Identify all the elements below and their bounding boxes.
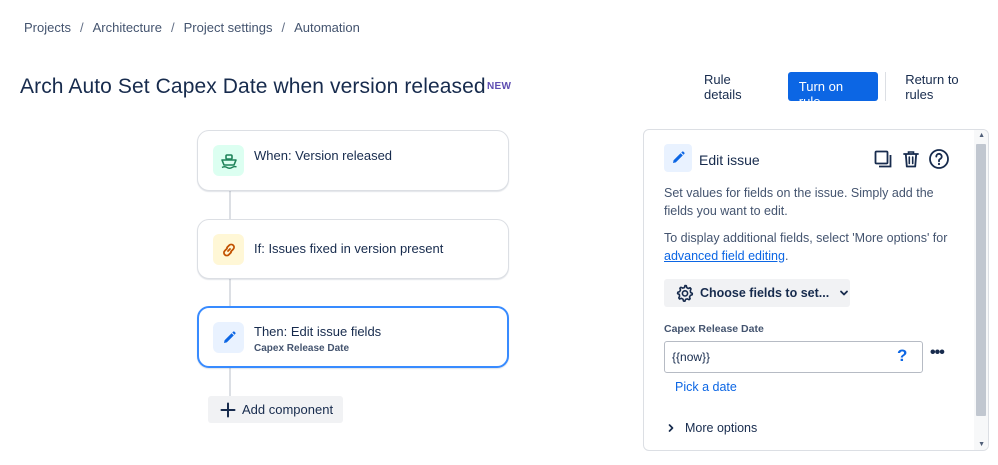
capex-release-date-input[interactable]: {{now}} bbox=[664, 341, 923, 373]
chevron-down-icon bbox=[839, 288, 849, 298]
breadcrumb-separator: / bbox=[79, 20, 84, 35]
trigger-card[interactable]: When: Version released bbox=[197, 130, 509, 191]
breadcrumb: Projects / Architecture / Project settin… bbox=[24, 20, 360, 35]
choose-fields-label: Choose fields to set... bbox=[700, 286, 830, 300]
pencil-icon bbox=[664, 144, 692, 172]
flow-connector bbox=[229, 367, 231, 397]
flow-connector bbox=[229, 278, 231, 307]
panel-description: Set values for fields on the issue. Simp… bbox=[664, 186, 934, 218]
breadcrumb-projects[interactable]: Projects bbox=[24, 20, 71, 35]
panel-more-text: To display additional fields, select 'Mo… bbox=[664, 229, 964, 265]
gear-icon bbox=[676, 284, 694, 302]
scroll-down-icon[interactable]: ▼ bbox=[978, 441, 985, 448]
breadcrumb-project-settings[interactable]: Project settings bbox=[184, 20, 273, 35]
pencil-icon bbox=[213, 322, 244, 353]
turn-on-rule-button[interactable]: Turn on rule bbox=[787, 72, 879, 109]
header-divider bbox=[885, 72, 887, 101]
edit-issue-panel: ▲ ▼ Edit issue Set values for fields on … bbox=[643, 129, 989, 451]
add-component-label: Add component bbox=[242, 402, 334, 417]
scrollbar-thumb[interactable] bbox=[976, 144, 986, 416]
panel-scrollbar[interactable]: ▲ ▼ bbox=[974, 130, 988, 450]
panel-toolbar bbox=[872, 148, 950, 170]
breadcrumb-architecture[interactable]: Architecture bbox=[93, 20, 162, 35]
capex-release-date-label: Capex Release Date bbox=[664, 323, 764, 335]
new-badge: NEW bbox=[487, 81, 512, 92]
duplicate-icon[interactable] bbox=[872, 148, 894, 170]
action-card[interactable]: Then: Edit issue fields Capex Release Da… bbox=[197, 306, 509, 368]
pick-a-date-button[interactable]: Pick a date bbox=[675, 380, 737, 394]
field-more-icon[interactable]: ••• bbox=[930, 345, 945, 361]
plus-icon bbox=[220, 402, 236, 418]
action-sublabel: Capex Release Date bbox=[254, 343, 350, 354]
trash-icon[interactable] bbox=[900, 148, 922, 170]
more-text-prefix: To display additional fields, select 'Mo… bbox=[664, 231, 948, 245]
more-text-suffix: . bbox=[784, 249, 789, 263]
return-to-rules-button[interactable]: Return to rules bbox=[896, 66, 998, 108]
more-options-label: More options bbox=[685, 421, 758, 435]
breadcrumb-separator: / bbox=[170, 20, 175, 35]
header-actions: Rule details Turn on rule Return to rule… bbox=[695, 72, 998, 110]
choose-fields-button[interactable]: Choose fields to set... bbox=[664, 279, 850, 307]
condition-card[interactable]: If: Issues fixed in version present bbox=[197, 219, 509, 279]
help-icon[interactable] bbox=[928, 148, 950, 170]
advanced-field-editing-link[interactable]: advanced field editing bbox=[664, 249, 785, 263]
breadcrumb-automation[interactable]: Automation bbox=[294, 20, 360, 35]
scroll-up-icon[interactable]: ▲ bbox=[978, 132, 985, 139]
chevron-right-icon bbox=[666, 423, 676, 433]
breadcrumb-separator: / bbox=[281, 20, 286, 35]
flow-connector bbox=[229, 190, 231, 220]
trigger-label: When: Version released bbox=[254, 148, 393, 163]
ship-icon bbox=[213, 145, 244, 176]
condition-label: If: Issues fixed in version present bbox=[254, 241, 444, 256]
link-icon bbox=[213, 234, 244, 265]
rule-details-button[interactable]: Rule details bbox=[695, 66, 780, 108]
page-title: Arch Auto Set Capex Date when version re… bbox=[20, 75, 486, 98]
more-options-toggle[interactable]: More options bbox=[664, 421, 757, 435]
field-help-icon[interactable]: ? bbox=[897, 346, 907, 366]
add-component-button[interactable]: Add component bbox=[208, 396, 343, 423]
panel-title: Edit issue bbox=[699, 152, 760, 168]
action-label: Then: Edit issue fields bbox=[254, 324, 382, 339]
